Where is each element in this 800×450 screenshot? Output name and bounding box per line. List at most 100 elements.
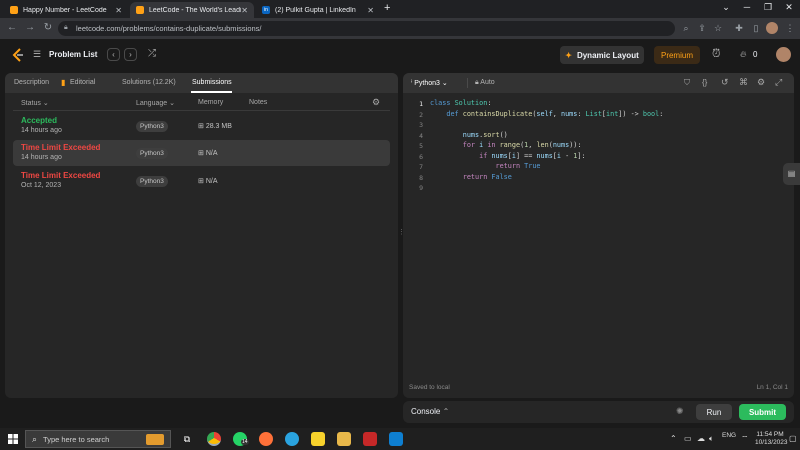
code-line[interactable]: return False: [430, 173, 512, 181]
chevron-down-icon[interactable]: ⌄: [715, 2, 737, 13]
chevron-up-icon[interactable]: ⌃: [670, 434, 677, 443]
bookmark-icon[interactable]: ⛉: [684, 78, 690, 88]
notifications-icon[interactable]: ▢: [789, 434, 797, 443]
console-toggle[interactable]: Console ⌃: [411, 407, 449, 416]
line-number: 3: [419, 121, 423, 129]
file-explorer-icon[interactable]: [337, 432, 351, 446]
language-column-header[interactable]: Language ⌄: [136, 99, 175, 107]
notes-side-tab[interactable]: ▤: [783, 163, 800, 185]
dynamic-layout-label: Dynamic Layout: [576, 50, 639, 60]
code-token: nums: [491, 151, 508, 160]
sidepanel-icon[interactable]: ▯: [750, 23, 762, 34]
code-line[interactable]: def containsDuplicate(self, nums: List[i…: [430, 110, 663, 118]
whatsapp-icon[interactable]: 14: [233, 432, 249, 446]
code-line[interactable]: return True: [430, 162, 540, 170]
browser-tab-happy-number[interactable]: Happy Number - LeetCode ✕: [4, 2, 128, 18]
battery-icon[interactable]: ▭: [684, 434, 692, 443]
browser-app-icon[interactable]: [259, 432, 273, 446]
code-line[interactable]: for i in range(1, len(nums)):: [430, 141, 582, 149]
settings-gear-icon[interactable]: ⚙: [757, 77, 765, 88]
wifi-icon[interactable]: ⌔: [741, 434, 749, 444]
console-label: Console: [411, 407, 441, 416]
code-line[interactable]: nums.sort(): [430, 131, 508, 139]
chrome-icon[interactable]: [207, 432, 221, 446]
window-close-icon[interactable]: ✕: [778, 2, 800, 13]
clock[interactable]: 11:54 PM 10/13/2023: [755, 431, 788, 447]
prev-problem-button[interactable]: ‹: [107, 48, 120, 61]
reset-icon[interactable]: ↺: [721, 77, 729, 88]
saved-status: Saved to local: [409, 384, 450, 391]
tab-description[interactable]: Description: [14, 79, 49, 86]
code-token: i: [479, 141, 484, 149]
forward-arrow-icon[interactable]: →: [24, 22, 36, 33]
close-tab-icon[interactable]: ✕: [367, 6, 374, 15]
profile-avatar[interactable]: [766, 22, 778, 34]
zoom-icon[interactable]: ⌕: [680, 23, 692, 34]
new-tab-button[interactable]: +: [384, 2, 390, 14]
debug-bug-icon[interactable]: ✺: [676, 406, 684, 417]
submission-row[interactable]: Time Limit Exceeded 14 hours ago Python3…: [13, 140, 390, 166]
problem-list-link[interactable]: Problem List: [49, 50, 97, 59]
task-view-icon[interactable]: ⧉: [180, 432, 194, 446]
shuffle-icon[interactable]: ⤮: [148, 48, 156, 59]
settings-gear-icon[interactable]: ⚙: [372, 97, 380, 108]
sparkle-icon: ✦: [565, 50, 572, 60]
back-arrow-icon[interactable]: ←: [6, 22, 18, 33]
vscode-icon[interactable]: [389, 432, 403, 446]
submission-row[interactable]: Time Limit Exceeded Oct 12, 2023 Python3…: [13, 168, 390, 194]
status-text[interactable]: Time Limit Exceeded: [21, 143, 100, 152]
dynamic-layout-button[interactable]: ✦ Dynamic Layout: [560, 46, 644, 64]
fullscreen-icon[interactable]: ⤢: [775, 77, 782, 88]
run-button[interactable]: Run: [696, 404, 732, 420]
reload-icon[interactable]: ↻: [42, 22, 54, 33]
app-icon[interactable]: [363, 432, 377, 446]
code-line[interactable]: [430, 183, 434, 191]
telegram-icon[interactable]: [285, 432, 299, 446]
language-indicator[interactable]: ENG IN: [722, 432, 736, 446]
streak-count[interactable]: 0: [753, 50, 757, 59]
tab-solutions[interactable]: Solutions (12.2K): [122, 79, 176, 86]
user-avatar[interactable]: [776, 47, 791, 62]
format-braces-icon[interactable]: {}: [702, 78, 707, 87]
submit-button[interactable]: Submit: [739, 404, 786, 420]
memory-text: N/A: [205, 178, 218, 185]
speaker-icon[interactable]: 🔈︎: [709, 434, 714, 444]
auto-complete-toggle[interactable]: 🔒︎ Auto: [475, 79, 495, 87]
language-selector[interactable]: ⁱ Python3 ⌄: [411, 79, 448, 87]
sticky-notes-icon[interactable]: [311, 432, 325, 446]
header-divider: [13, 110, 390, 111]
code-line[interactable]: class Solution:: [430, 99, 491, 107]
bookmark-star-icon[interactable]: ☆: [712, 23, 724, 34]
next-problem-button[interactable]: ›: [124, 48, 137, 61]
code-token: False: [491, 172, 512, 181]
windows-start-icon[interactable]: [8, 434, 18, 444]
status-text[interactable]: Accepted: [21, 116, 57, 125]
browser-tab-linkedin[interactable]: in (2) Pulkit Gupta | LinkedIn ✕: [256, 2, 380, 18]
cloud-icon[interactable]: ☁: [697, 434, 705, 443]
code-line[interactable]: if nums[i] == nums[i - 1]:: [430, 151, 585, 160]
tab-editorial[interactable]: Editorial: [70, 79, 95, 86]
taskbar-search-box[interactable]: ⌕ Type here to search: [25, 430, 171, 448]
leetcode-logo-icon[interactable]: [12, 48, 24, 62]
submission-row[interactable]: Accepted 14 hours ago Python3 ⊞ 28.3 MB: [13, 113, 390, 139]
minimize-icon[interactable]: ─: [736, 2, 758, 12]
url-bar[interactable]: 🔒︎ leetcode.com/problems/contains-duplic…: [58, 21, 675, 36]
code-line[interactable]: [430, 120, 434, 128]
close-tab-icon[interactable]: ✕: [241, 6, 248, 15]
premium-button[interactable]: Premium: [654, 46, 700, 64]
shortcuts-icon[interactable]: ⌘: [739, 77, 748, 88]
more-menu-icon[interactable]: ⋮: [784, 23, 796, 34]
browser-tab-leetcode[interactable]: LeetCode - The World's Leading ✕: [130, 2, 254, 18]
restore-icon[interactable]: ❐: [757, 2, 779, 13]
leetcode-header: ☰ Problem List ‹ › ⤮ ✦ Dynamic Layout Pr…: [0, 39, 800, 72]
memory-value: ⊞ 28.3 MB: [198, 122, 232, 130]
code-token: sort: [483, 130, 500, 139]
alarm-clock-icon[interactable]: ⏰︎: [712, 48, 721, 61]
tab-submissions[interactable]: Submissions: [192, 79, 232, 86]
code-token: len: [536, 141, 549, 149]
status-text[interactable]: Time Limit Exceeded: [21, 171, 100, 180]
close-tab-icon[interactable]: ✕: [115, 6, 122, 15]
share-icon[interactable]: ⇪: [696, 23, 708, 34]
status-column-header[interactable]: Status ⌄: [21, 99, 49, 107]
extensions-icon[interactable]: ✚: [733, 23, 745, 34]
